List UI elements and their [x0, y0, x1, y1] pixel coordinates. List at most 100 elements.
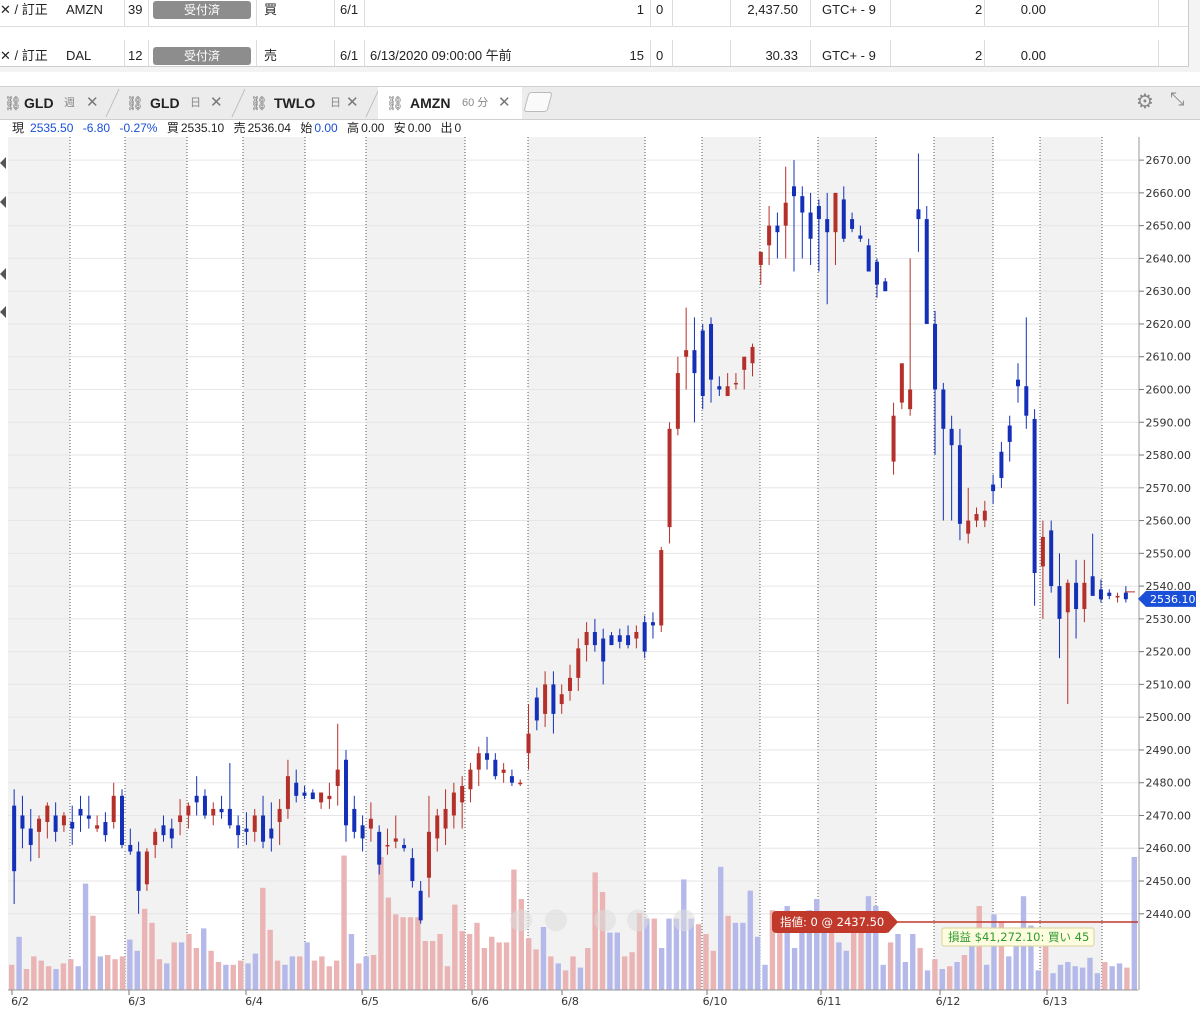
session-band: [243, 137, 305, 990]
volume-bar: [622, 956, 628, 990]
tab-amzn-60min[interactable]: ⛓ AMZN 60 分 ✕: [378, 87, 522, 119]
candle-body: [1049, 530, 1054, 587]
session-band: [187, 137, 243, 990]
volume-bar: [725, 915, 731, 990]
tab-gld-weekly[interactable]: ⛓ GLD 週 ✕: [0, 87, 108, 119]
candle-body: [883, 281, 888, 292]
link-icon: ⛓: [386, 95, 404, 111]
volume-bar: [666, 918, 672, 990]
scroll-right-button[interactable]: [627, 909, 649, 932]
candle-body: [20, 815, 25, 829]
candle-body: [1032, 418, 1037, 573]
volume-bar: [533, 949, 539, 990]
candle-body: [277, 808, 282, 823]
order-row[interactable]: ✕ / 訂正 DAL 12 受付済 売 6/1 6/13/2020 09:00:…: [0, 40, 1188, 66]
candle-body: [410, 858, 415, 882]
volume-bar: [363, 956, 369, 990]
y-tick-label: 2640.00: [1146, 252, 1192, 265]
volume-bar: [1072, 966, 1078, 990]
y-tick-label: 2510.00: [1146, 678, 1192, 691]
candle-body: [1123, 592, 1128, 600]
candle-body: [1090, 576, 1095, 596]
close-icon[interactable]: ✕: [346, 87, 359, 119]
candle-body: [957, 445, 962, 524]
navigate-last-button[interactable]: [673, 909, 695, 932]
volume-bar: [732, 922, 739, 990]
order-row[interactable]: ✕ / 訂正 AMZN 39 受付済 買 6/1 1 0 2,437.50 GT…: [0, 0, 1188, 27]
session-band: [465, 137, 528, 990]
volume-bar: [910, 934, 916, 990]
last-label: 現: [12, 121, 25, 135]
x-tick-label: 6/2: [11, 995, 29, 1008]
edit-order-button[interactable]: ✕ / 訂正: [0, 40, 48, 66]
volume-bar: [60, 963, 67, 990]
candlestick-chart[interactable]: 2670.00 2660.00 2650.00 2640.00 2630.00 2620.…: [0, 137, 1200, 1011]
draw-tool-handle[interactable]: [0, 157, 6, 169]
navigate-first-button[interactable]: [510, 909, 532, 932]
candle-body: [70, 822, 75, 829]
quote-bar: 現 2535.50 -6.80 -0.27% 買 2535.10 売 2536.04 …: [0, 119, 1200, 137]
volume-bar: [304, 942, 310, 990]
candle-body: [53, 815, 58, 832]
draw-tool-handle[interactable]: [0, 268, 6, 280]
y-tick-label: 2520.00: [1146, 646, 1192, 659]
volume-bar: [348, 934, 355, 990]
order-side: 売: [264, 48, 278, 63]
close-icon[interactable]: ✕: [498, 87, 511, 119]
candle-body: [908, 389, 913, 410]
volume-bar: [932, 959, 938, 990]
pnl-label: 損益 $41,272.10: 買い 45: [948, 930, 1089, 944]
order-status-badge: 受付済: [153, 1, 251, 19]
scroll-left-button[interactable]: [594, 909, 616, 932]
session-band: [8, 137, 70, 990]
volume-bar: [1050, 973, 1056, 990]
candle-body: [742, 356, 747, 370]
candle-body: [601, 638, 606, 662]
volume-bar: [917, 948, 923, 990]
tab-twlo-daily[interactable]: ⛓ TWLO 日 ✕: [244, 87, 372, 119]
zoom-in-button[interactable]: [545, 909, 567, 932]
candle-body: [709, 323, 714, 380]
candle-body: [302, 792, 307, 796]
volume-bar: [9, 964, 15, 990]
edit-order-button[interactable]: ✕ / 訂正: [0, 0, 48, 26]
orders-panel: ✕ / 訂正 AMZN 39 受付済 買 6/1 1 0 2,437.50 GT…: [0, 0, 1200, 72]
gear-icon[interactable]: ⚙: [1136, 89, 1154, 114]
volume-bar: [141, 908, 148, 990]
bid-label: 買: [166, 121, 179, 135]
draw-tool-handle[interactable]: [0, 196, 6, 208]
close-icon[interactable]: ✕: [86, 87, 99, 119]
collapse-icon[interactable]: ⤡: [1170, 89, 1184, 110]
candle-body: [808, 212, 813, 239]
volume-bar: [429, 941, 436, 990]
draw-tool-handle[interactable]: [0, 306, 6, 318]
tab-period: 日: [330, 97, 341, 109]
high-label: 高: [347, 121, 360, 135]
candle-body: [1082, 582, 1087, 610]
candle-body: [792, 186, 796, 197]
volume-bar: [267, 929, 273, 990]
candle-body: [418, 890, 423, 921]
volume-bar: [629, 952, 635, 990]
candle-body: [659, 550, 664, 626]
tab-gld-daily[interactable]: ⛓ GLD 日 ✕: [120, 87, 236, 119]
volume-bar: [799, 925, 805, 990]
candle-body: [45, 805, 50, 823]
candle-body: [800, 196, 805, 213]
x-tick-label: 6/5: [361, 995, 379, 1008]
y-tick-label: 2480.00: [1146, 777, 1192, 790]
new-tab-button[interactable]: [523, 92, 553, 112]
order-side: 買: [264, 2, 278, 17]
close-icon[interactable]: ✕: [210, 87, 223, 119]
candle-body: [1074, 582, 1079, 610]
volume-bar: [607, 932, 613, 990]
candle-body: [460, 785, 465, 803]
order-misc: 2: [975, 2, 983, 17]
volume-bar: [370, 955, 377, 990]
volume-bar: [740, 922, 746, 990]
candle-body: [252, 815, 257, 832]
candle-body: [153, 831, 158, 845]
volume-bar: [274, 960, 281, 990]
candle-body: [700, 330, 705, 397]
candle-body: [269, 828, 274, 839]
